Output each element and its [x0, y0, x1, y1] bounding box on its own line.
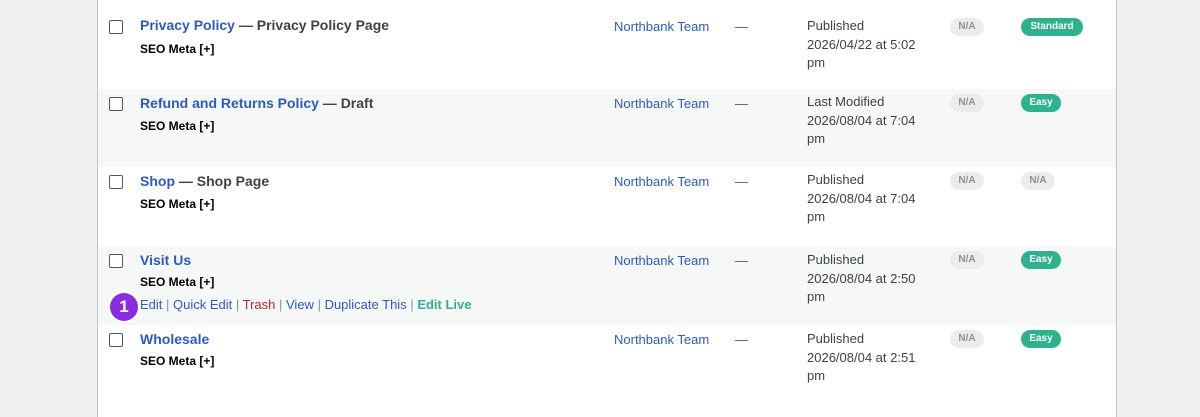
row-checkbox[interactable]: [109, 333, 123, 347]
separator: |: [406, 297, 418, 312]
table-row: Wholesale SEO Meta [+] Northbank Team — …: [98, 325, 1116, 417]
page-state: — Shop Page: [175, 173, 270, 189]
date-cell: Published 2026/08/04 at 2:51 pm: [807, 330, 937, 386]
date-value: 2026/08/04 at 2:50: [807, 270, 916, 286]
page-title-link[interactable]: Refund and Returns Policy: [140, 95, 319, 111]
row-title: Privacy Policy — Privacy Policy Page: [140, 17, 389, 33]
date-value: 2026/04/22 at 5:02: [807, 36, 916, 52]
table-row: Visit Us SEO Meta [+] Edit | Quick Edit …: [98, 246, 1116, 325]
quick-edit-link[interactable]: Quick Edit: [173, 297, 232, 312]
row-actions: Edit | Quick Edit | Trash | View | Dupli…: [140, 297, 472, 312]
author-link[interactable]: Northbank Team: [614, 96, 709, 111]
seo-meta-toggle[interactable]: SEO Meta [+]: [140, 275, 214, 289]
row-title: Refund and Returns Policy — Draft: [140, 95, 373, 111]
date-value: 2026/08/04 at 7:04: [807, 112, 916, 128]
date-suffix: pm: [807, 55, 826, 70]
trash-link[interactable]: Trash: [243, 297, 276, 312]
date-status: Published: [807, 331, 865, 346]
page-state: — Draft: [318, 95, 374, 111]
seo-meta-toggle[interactable]: SEO Meta [+]: [140, 354, 214, 368]
seo-meta-toggle[interactable]: SEO Meta [+]: [140, 42, 214, 56]
table-row: Privacy Policy — Privacy Policy Page SEO…: [98, 0, 1116, 89]
comments-empty: —: [735, 174, 748, 189]
readability-badge: Easy: [1021, 251, 1061, 269]
date-suffix: pm: [807, 289, 826, 304]
seo-score-badge: N/A: [950, 251, 984, 269]
edit-link[interactable]: Edit: [140, 297, 162, 312]
seo-score-badge: N/A: [950, 18, 984, 36]
comments-empty: —: [735, 96, 748, 111]
comments-empty: —: [735, 253, 748, 268]
row-checkbox[interactable]: [109, 254, 123, 268]
edit-live-link[interactable]: Edit Live: [417, 297, 471, 312]
row-title: Visit Us: [140, 252, 191, 268]
author-link[interactable]: Northbank Team: [614, 174, 709, 189]
author-link[interactable]: Northbank Team: [614, 19, 709, 34]
row-checkbox[interactable]: [109, 97, 123, 111]
separator: |: [313, 297, 325, 312]
author-link[interactable]: Northbank Team: [614, 332, 709, 347]
comments-empty: —: [735, 332, 748, 347]
date-value: 2026/08/04 at 2:51: [807, 349, 916, 365]
row-checkbox[interactable]: [109, 175, 123, 189]
date-suffix: pm: [807, 131, 826, 146]
seo-score-badge: N/A: [950, 330, 984, 348]
date-status: Published: [807, 18, 865, 33]
table-row: Shop — Shop Page SEO Meta [+] Northbank …: [98, 167, 1116, 246]
page-title-link[interactable]: Visit Us: [140, 252, 191, 268]
row-checkbox[interactable]: [109, 20, 123, 34]
seo-meta-toggle[interactable]: SEO Meta [+]: [140, 119, 214, 133]
seo-score-badge: N/A: [950, 94, 984, 112]
seo-score-badge: N/A: [950, 172, 984, 190]
author-link[interactable]: Northbank Team: [614, 253, 709, 268]
readability-badge: Easy: [1021, 94, 1061, 112]
date-status: Published: [807, 252, 865, 267]
date-cell: Published 2026/08/04 at 2:50 pm: [807, 251, 937, 307]
date-cell: Published 2026/08/04 at 7:04 pm: [807, 171, 937, 227]
date-cell: Last Modified 2026/08/04 at 7:04 pm: [807, 93, 937, 149]
duplicate-link[interactable]: Duplicate This: [325, 297, 407, 312]
row-title: Shop — Shop Page: [140, 173, 269, 189]
pages-list-table: Privacy Policy — Privacy Policy Page SEO…: [97, 0, 1117, 417]
date-cell: Published 2026/04/22 at 5:02 pm: [807, 17, 937, 73]
table-row: Refund and Returns Policy — Draft SEO Me…: [98, 89, 1116, 167]
comments-empty: —: [735, 19, 748, 34]
step-marker-badge: 1: [110, 293, 138, 321]
date-status: Last Modified: [807, 94, 885, 109]
page-title-link[interactable]: Shop: [140, 173, 175, 189]
date-value: 2026/08/04 at 7:04: [807, 190, 916, 206]
date-suffix: pm: [807, 209, 826, 224]
separator: |: [275, 297, 286, 312]
separator: |: [232, 297, 243, 312]
readability-badge: Standard: [1021, 18, 1083, 36]
page-title-link[interactable]: Privacy Policy: [140, 17, 235, 33]
date-suffix: pm: [807, 368, 826, 383]
separator: |: [162, 297, 174, 312]
view-link[interactable]: View: [286, 297, 314, 312]
row-title: Wholesale: [140, 331, 209, 347]
page-title-link[interactable]: Wholesale: [140, 331, 209, 347]
readability-badge: Easy: [1021, 330, 1061, 348]
seo-meta-toggle[interactable]: SEO Meta [+]: [140, 197, 214, 211]
page-state: — Privacy Policy Page: [234, 17, 390, 33]
date-status: Published: [807, 172, 865, 187]
readability-badge: N/A: [1021, 172, 1055, 190]
